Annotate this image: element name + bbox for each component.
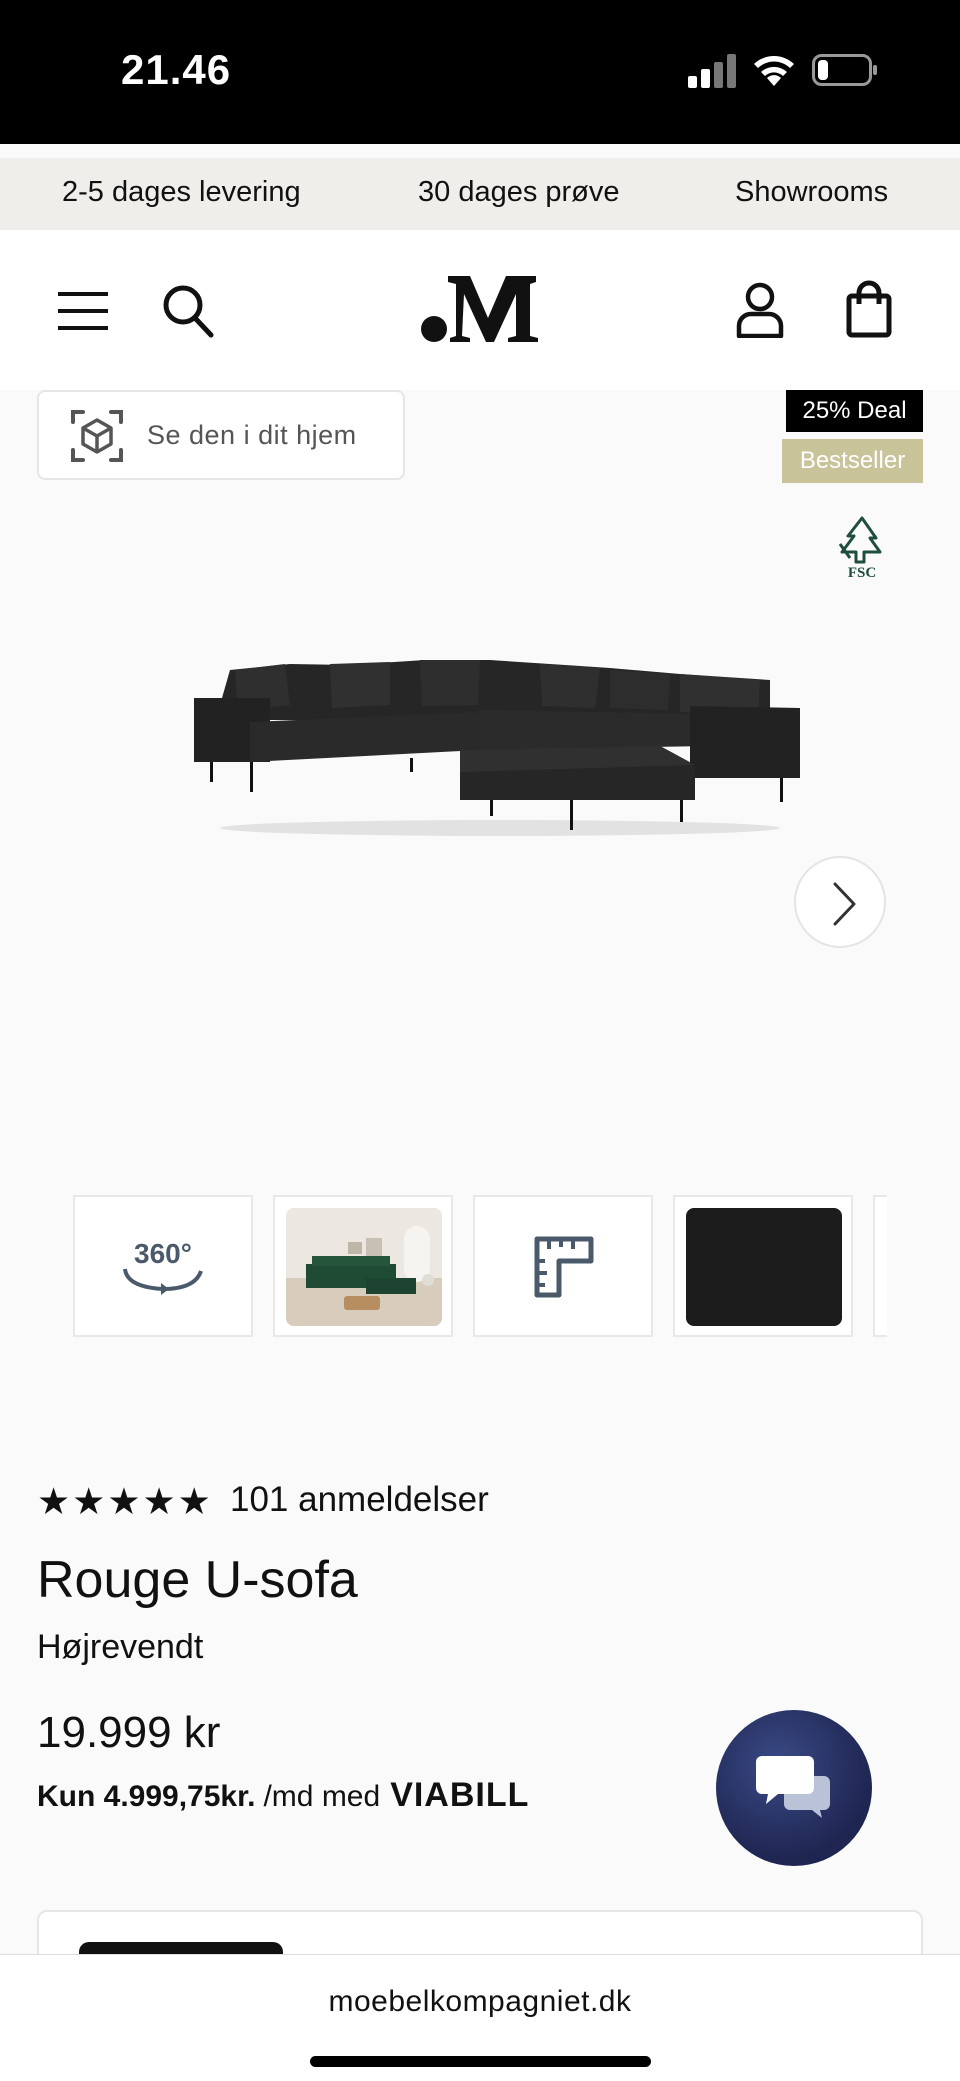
cellular-signal-icon xyxy=(688,54,736,88)
chat-bubbles-icon xyxy=(756,1756,830,1818)
hamburger-icon[interactable] xyxy=(58,292,108,330)
review-count-link[interactable]: 101 anmeldelser xyxy=(230,1480,489,1520)
thumbnail-room-photo[interactable] xyxy=(273,1195,453,1337)
site-header xyxy=(0,230,960,390)
wifi-icon xyxy=(754,56,794,86)
product-image-sofa[interactable] xyxy=(190,650,810,840)
room-photo-image xyxy=(286,1208,442,1326)
product-price: 19.999 kr xyxy=(37,1708,221,1757)
deal-badge: 25% Deal xyxy=(786,390,923,432)
financing-suffix: /md med xyxy=(263,1780,381,1813)
browser-url[interactable]: moebelkompagniet.dk xyxy=(0,1985,960,2019)
gallery-next-button[interactable] xyxy=(794,856,886,948)
status-time: 21.46 xyxy=(121,46,232,93)
fabric-swatch-image xyxy=(686,1208,842,1326)
ruler-icon xyxy=(534,1236,594,1298)
view-in-home-button[interactable]: Se den i dit hjem xyxy=(37,390,405,480)
thumbnail-more[interactable] xyxy=(873,1195,887,1337)
rotate-360-icon: 360° xyxy=(123,1238,203,1295)
thumbnail-dimensions[interactable] xyxy=(473,1195,653,1337)
gallery-thumbnails: 360° xyxy=(73,1195,887,1337)
usp-bar: 2-5 dages levering 30 dages prøve Showro… xyxy=(0,158,960,230)
chat-button[interactable] xyxy=(716,1710,872,1866)
search-icon[interactable] xyxy=(162,284,214,338)
ar-cube-icon xyxy=(71,410,123,462)
battery-icon xyxy=(812,54,877,86)
user-icon[interactable] xyxy=(736,282,784,338)
usp-showrooms[interactable]: Showrooms xyxy=(735,176,888,209)
thumbnail-fabric[interactable] xyxy=(673,1195,853,1337)
browser-address-bar[interactable]: moebelkompagniet.dk xyxy=(0,1954,960,2081)
product-main: Se den i dit hjem 25% Deal Bestseller FS… xyxy=(0,390,960,2030)
rotate-360-label: 360° xyxy=(134,1238,192,1269)
product-variant: Højrevendt xyxy=(37,1628,204,1666)
product-title: Rouge U-sofa xyxy=(37,1551,358,1609)
site-logo[interactable] xyxy=(420,272,542,344)
fsc-logo: FSC xyxy=(838,516,882,580)
financing-info: Kun 4.999,75kr. /md med VIABILL xyxy=(37,1776,529,1815)
usp-trial[interactable]: 30 dages prøve xyxy=(418,176,620,209)
chevron-right-icon xyxy=(833,882,856,926)
usp-delivery[interactable]: 2-5 dages levering xyxy=(62,176,301,209)
financing-amount: Kun 4.999,75kr. xyxy=(37,1780,256,1813)
view-in-home-label: Se den i dit hjem xyxy=(147,420,357,450)
status-bar: 21.46 xyxy=(0,0,960,144)
home-indicator[interactable] xyxy=(310,2056,651,2067)
fsc-text: FSC xyxy=(848,565,876,580)
thumbnail-360[interactable]: 360° xyxy=(73,1195,253,1337)
bestseller-badge: Bestseller xyxy=(782,439,923,483)
rating-stars[interactable]: ★★★★★ xyxy=(37,1480,213,1523)
shopping-bag-icon[interactable] xyxy=(846,280,892,338)
viabill-logo: VIABILL xyxy=(390,1776,530,1814)
